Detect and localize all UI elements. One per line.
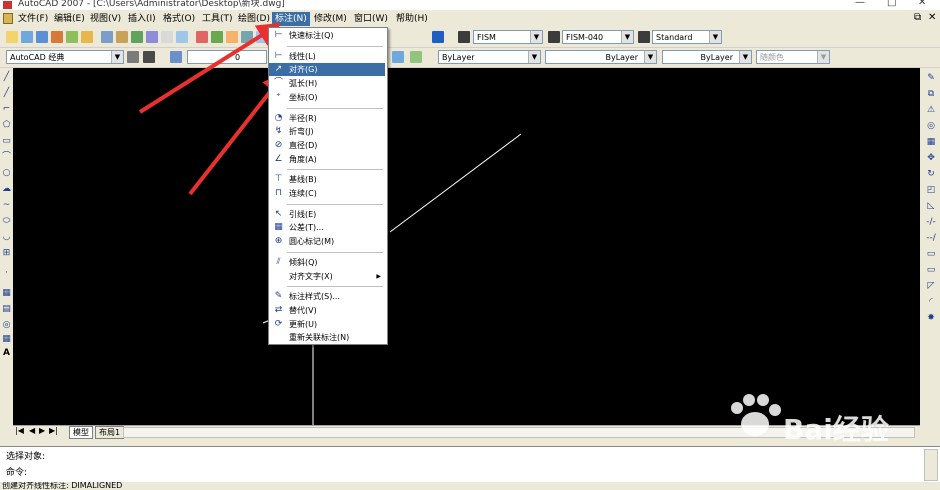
- dim-menu-item-label: 替代(V): [289, 305, 317, 315]
- angular-icon: ∠: [274, 153, 283, 164]
- dim-menu-item-label: 标注样式(S)...: [289, 292, 340, 302]
- override-icon: ⇄: [274, 304, 283, 315]
- quick-dimension-icon: ⊢: [274, 30, 283, 40]
- dim-menu-item-label: 重新关联标注(N): [289, 333, 350, 343]
- dim-menu-item-label: 圆心标记(M): [289, 237, 335, 247]
- menu-separator: [287, 203, 383, 205]
- dim-menu-item[interactable]: ✎ 标注样式(S)...: [269, 290, 385, 303]
- dim-menu-item[interactable]: ⌒ 弧长(H): [269, 77, 385, 90]
- aligned-icon: ↗: [274, 64, 283, 75]
- dim-menu-item-label: 倾斜(Q): [289, 257, 318, 267]
- arc-length-icon: ⌒: [273, 78, 283, 89]
- dimension-style-icon: ✎: [274, 291, 283, 302]
- menu-separator: [287, 107, 383, 109]
- dim-menu-item-label: 连续(C): [289, 189, 317, 198]
- dim-menu-item-label: 坐标(O): [289, 92, 318, 102]
- dim-menu-item[interactable]: ⊘ 直径(D): [269, 139, 385, 152]
- dim-menu-item[interactable]: ⫽ 倾斜(Q): [269, 256, 385, 269]
- jogged-icon: ↯: [274, 126, 283, 137]
- dim-menu-item-label: 基线(B): [289, 175, 317, 185]
- dim-menu-item-label: 快速标注(Q): [289, 31, 334, 40]
- dim-menu-item[interactable]: ⊢ 线性(L): [269, 50, 385, 63]
- dim-menu-item[interactable]: ⊤ 基线(B): [269, 173, 385, 186]
- radius-icon: ◔: [274, 112, 283, 123]
- dim-menu-item[interactable]: 对齐文字(X) ▶: [269, 270, 385, 283]
- dim-menu-item[interactable]: ⊢ 快速标注(Q): [269, 29, 385, 42]
- dim-menu-item-label: 半径(R): [289, 113, 317, 123]
- dim-menu-item-label: 直径(D): [289, 140, 318, 150]
- watermark-url: jingyan.baidu.com: [795, 450, 906, 464]
- dim-menu-item[interactable]: ↖ 引线(E): [269, 208, 385, 221]
- dim-menu-item-label: 折弯(J): [289, 127, 314, 137]
- baseline-icon: ⊤: [274, 174, 283, 185]
- dim-menu-item[interactable]: ⊕ 圆心标记(M): [269, 235, 385, 248]
- diameter-icon: ⊘: [274, 139, 283, 150]
- dim-menu-item-label: 弧长(H): [289, 79, 318, 89]
- dim-menu-item[interactable]: ⁺ 坐标(O): [269, 91, 385, 104]
- menu-separator: [287, 251, 383, 253]
- dim-menu-item-label: 角度(A): [289, 154, 317, 164]
- dim-menu-item[interactable]: ⊓ 连续(C): [269, 187, 385, 200]
- ordinate-icon: ⁺: [276, 91, 281, 102]
- dim-menu-item[interactable]: ↗ 对齐(G): [269, 63, 385, 77]
- dim-menu-item[interactable]: 重新关联标注(N): [269, 331, 385, 344]
- submenu-arrow-icon: ▶: [376, 272, 381, 280]
- dim-menu-item-label: 公差(T)...: [289, 223, 324, 233]
- dim-menu-item-label: 线性(L): [289, 51, 316, 61]
- menu-separator: [287, 169, 383, 171]
- watermark: Bai经验 jingyan.baidu.com: [725, 392, 940, 472]
- watermark-brand: Bai经验: [783, 413, 889, 446]
- dim-menu-item[interactable]: ⇄ 替代(V): [269, 304, 385, 317]
- baidu-paw-icon: [731, 394, 781, 436]
- center-mark-icon: ⊕: [274, 236, 283, 247]
- red-arrow-to-menu: [138, 22, 282, 114]
- dim-menu-item[interactable]: ∠ 角度(A): [269, 153, 385, 166]
- tolerance-icon: ▦: [274, 222, 283, 233]
- update-icon: ⟳: [274, 318, 283, 329]
- menu-separator: [287, 286, 383, 288]
- dim-menu-item-label: 对齐文字(X): [289, 271, 333, 281]
- dim-menu-item[interactable]: ⟳ 更新(U): [269, 318, 385, 331]
- continue-icon: ⊓: [274, 188, 283, 198]
- dim-menu-item-label: 引线(E): [289, 209, 317, 219]
- dim-menu-item[interactable]: ▦ 公差(T)...: [269, 221, 385, 234]
- leader-icon: ↖: [274, 208, 283, 219]
- dim-menu-item[interactable]: ↯ 折弯(J): [269, 125, 385, 138]
- oblique-icon: ⫽: [276, 256, 281, 267]
- dim-menu-item-label: 更新(U): [289, 319, 318, 329]
- linear-icon: ⊢: [274, 50, 283, 61]
- dimension-menu: ⊢ 快速标注(Q) ⊢ 线性(L) ↗ 对齐(G) ⌒ 弧长(H) ⁺ 坐标(O) ◔ 半径(R) ↯ 折…: [268, 27, 388, 345]
- menu-separator: [287, 45, 383, 47]
- dim-menu-item-label: 对齐(G): [289, 65, 318, 75]
- dim-menu-item[interactable]: ◔ 半径(R): [269, 112, 385, 125]
